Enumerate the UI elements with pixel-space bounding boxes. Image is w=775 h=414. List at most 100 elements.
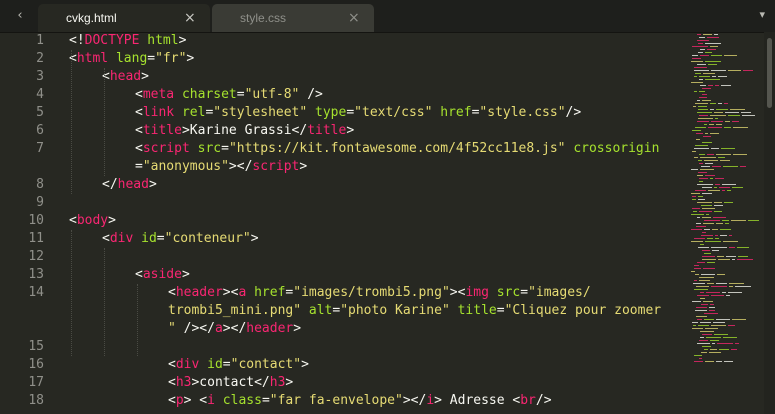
code-token: meta: [142, 87, 175, 102]
code-token: <: [135, 123, 143, 138]
close-icon[interactable]: ×: [184, 10, 196, 26]
minimap-line: [695, 190, 706, 191]
minimap-line: [698, 196, 703, 197]
minimap-line: [691, 82, 703, 83]
code-line: <header><a href="images/trombi5.png"><im…: [168, 284, 591, 302]
minimap-line: [697, 112, 712, 113]
code-line: <div id="contact">: [168, 356, 309, 374]
line-number: 13: [28, 267, 44, 282]
minimap-line: [728, 70, 741, 71]
minimap-line: [724, 55, 737, 56]
minimap-line: [709, 307, 715, 308]
minimap-line: [695, 310, 707, 311]
minimap-line: [699, 280, 710, 281]
minimap-line: [704, 229, 710, 230]
code-token: link: [142, 105, 175, 120]
minimap-line: [742, 115, 755, 116]
minimap-line: [701, 274, 715, 275]
code-token: <: [135, 141, 143, 156]
minimap-line: [698, 43, 703, 44]
minimap-line: [705, 175, 715, 176]
code-token: > Adresse <: [434, 393, 521, 408]
line-number: 5: [36, 105, 44, 120]
minimap-line: [703, 301, 713, 302]
code-token: "fr": [155, 51, 187, 66]
code-token: title: [307, 123, 347, 138]
code-token: =: [520, 285, 529, 300]
minimap-line: [699, 181, 703, 182]
code-token: <: [135, 87, 143, 102]
minimap-line: [723, 241, 738, 242]
minimap-line: [710, 109, 714, 110]
minimap-line: [718, 76, 727, 77]
minimap-line: [700, 292, 704, 293]
minimap-line: [731, 349, 737, 350]
line-number: 1: [36, 33, 44, 48]
code-token: charset: [181, 87, 237, 102]
scrollbar-thumb[interactable]: [767, 38, 772, 108]
minimap-line: [724, 361, 733, 362]
minimap-line: [706, 337, 721, 338]
chevron-down-icon[interactable]: ▾: [759, 8, 765, 21]
minimap-line: [696, 139, 700, 140]
minimap-line: [696, 226, 706, 227]
code-token: "contact": [230, 357, 302, 372]
minimap-line: [716, 319, 730, 320]
minimap-line: [698, 52, 703, 53]
minimap-line: [691, 169, 698, 170]
minimap-line: [720, 160, 730, 161]
tab-style-css[interactable]: style.css ×: [212, 4, 374, 32]
code-token: >: [181, 267, 190, 282]
minimap-line: [716, 109, 728, 110]
minimap-line: [698, 109, 708, 110]
line-number: 2: [36, 51, 44, 66]
minimap-line: [723, 166, 738, 167]
vertical-scrollbar[interactable]: [764, 32, 775, 414]
minimap-line: [712, 229, 718, 230]
minimap-line: [704, 319, 714, 320]
close-icon[interactable]: ×: [348, 10, 360, 26]
minimap-line: [700, 337, 704, 338]
minimap-line: [699, 91, 705, 92]
chevron-left-icon[interactable]: ‹: [12, 6, 28, 26]
tab-cvkg-html[interactable]: cvkg.html ×: [38, 4, 210, 32]
minimap-line: [707, 238, 713, 239]
minimap-line: [692, 58, 701, 59]
minimap-line: [694, 148, 709, 149]
minimap-line: [699, 358, 702, 359]
line-number: 17: [28, 375, 44, 390]
code-token: body: [76, 213, 109, 228]
minimap-line: [695, 103, 708, 104]
minimap-line: [694, 361, 703, 362]
code-token: i: [207, 393, 215, 408]
minimap-line: [693, 211, 697, 212]
code-minimap[interactable]: [689, 32, 761, 414]
minimap-line: [741, 112, 751, 113]
minimap-line: [695, 127, 706, 128]
minimap-line: [705, 328, 718, 329]
minimap-line: [692, 151, 696, 152]
minimap-line: [702, 187, 712, 188]
code-token: head: [117, 177, 149, 192]
minimap-line: [702, 94, 707, 95]
code-token: <: [168, 375, 176, 390]
code-editor[interactable]: <!DOCTYPE html> <html lang="fr"> <head> <me…: [69, 32, 689, 414]
minimap-line: [710, 103, 716, 104]
code-token: id: [141, 231, 157, 246]
minimap-line: [711, 121, 723, 122]
line-number: 3: [36, 69, 44, 84]
code-line: <meta charset="utf-8" />: [135, 86, 323, 104]
minimap-line: [697, 175, 703, 176]
minimap-line: [702, 88, 711, 89]
minimap-line: [711, 148, 719, 149]
indent-guide: [71, 230, 72, 356]
code-line: trombi5_mini.png" alt = "photo Karine" tit…: [168, 302, 661, 320]
minimap-line: [702, 259, 716, 260]
code-token: =: [261, 393, 270, 408]
minimap-line: [698, 199, 705, 200]
minimap-line: [691, 271, 695, 272]
code-token: html: [76, 51, 109, 66]
